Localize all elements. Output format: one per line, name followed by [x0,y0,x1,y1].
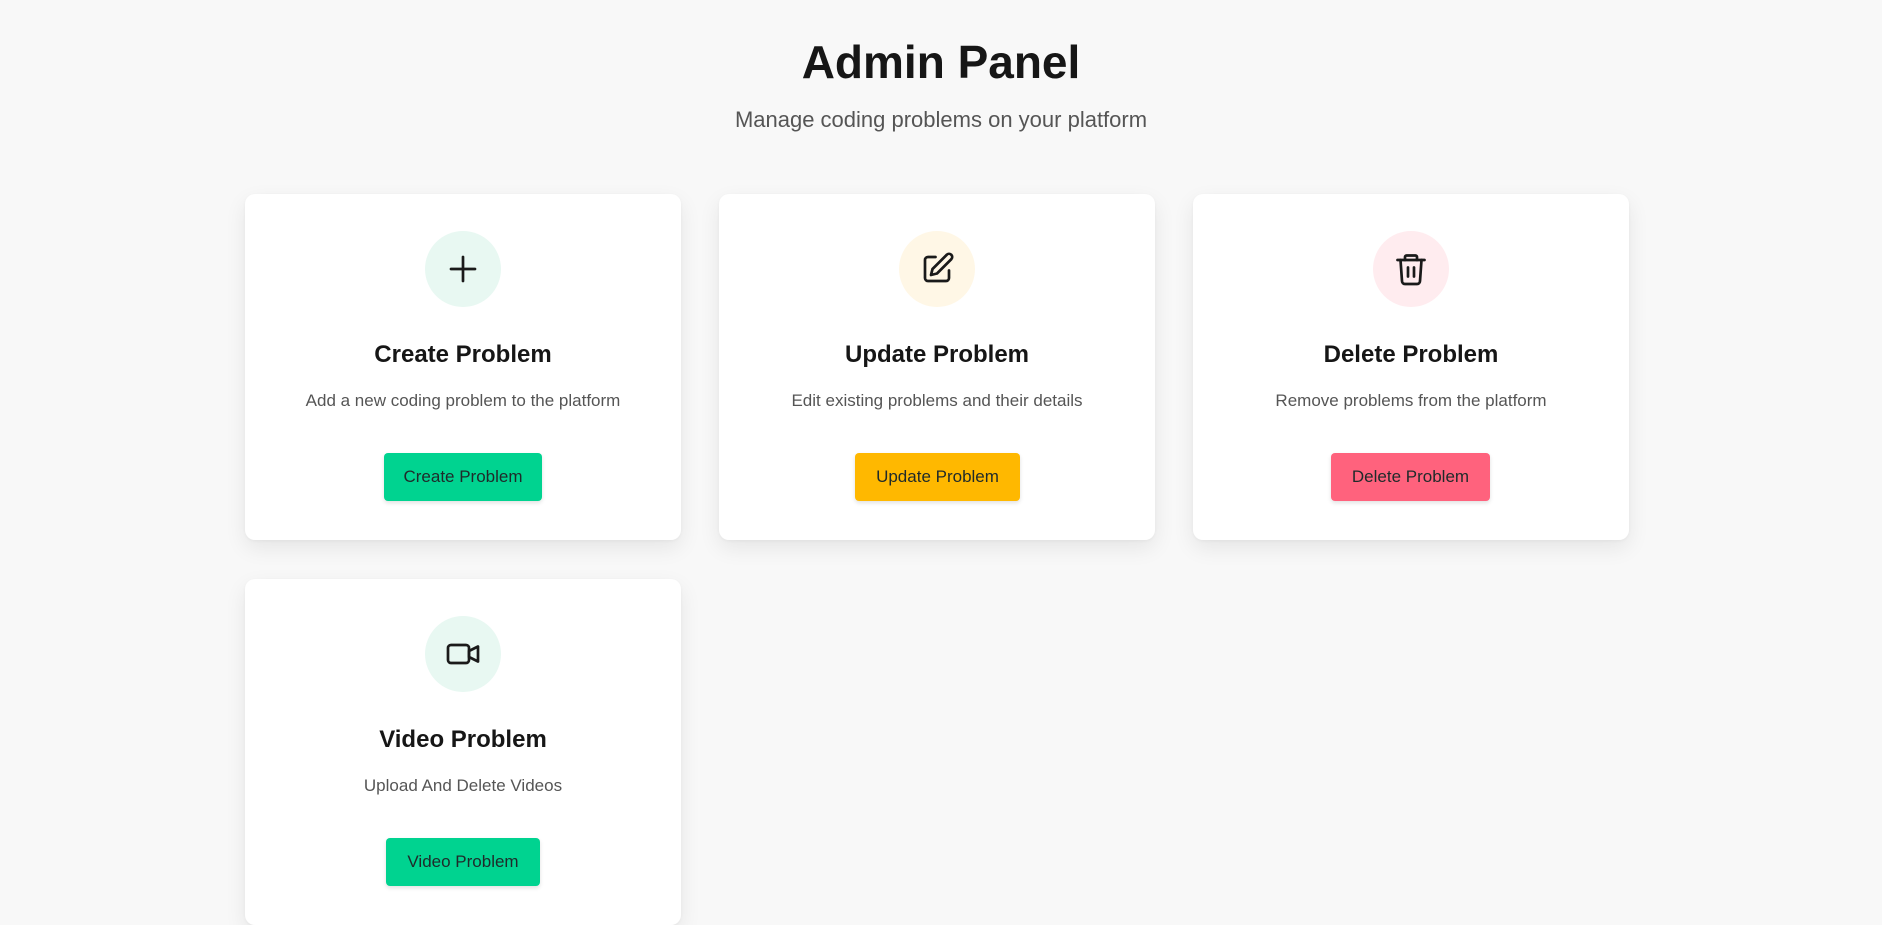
video-problem-title: Video Problem [379,726,547,753]
delete-problem-button[interactable]: Delete Problem [1331,453,1490,501]
edit-icon [923,252,954,283]
plus-icon [449,255,477,283]
create-icon-circle [425,231,501,307]
update-problem-description: Edit existing problems and their details [791,391,1083,410]
video-problem-description: Upload And Delete Videos [363,776,563,795]
trash-icon [1396,254,1426,286]
video-problem-button[interactable]: Video Problem [386,838,540,886]
video-icon-circle [425,616,501,692]
update-problem-button[interactable]: Update Problem [855,453,1020,501]
delete-problem-description: Remove problems from the platform [1275,391,1547,410]
create-problem-card: Create Problem Add a new coding problem … [245,194,681,540]
delete-problem-card: Delete Problem Remove problems from the … [1193,194,1629,540]
update-problem-card: Update Problem Edit existing problems an… [719,194,1155,540]
create-problem-title: Create Problem [374,341,552,368]
create-problem-button[interactable]: Create Problem [384,453,542,501]
video-icon [446,643,480,665]
create-problem-description: Add a new coding problem to the platform [305,391,621,410]
update-icon-circle [899,231,975,307]
video-problem-card: Video Problem Upload And Delete Videos V… [245,579,681,925]
update-problem-title: Update Problem [844,341,1030,368]
page-subtitle: Manage coding problems on your platform [734,107,1148,132]
page-title: Admin Panel [801,36,1081,88]
delete-problem-title: Delete Problem [1323,341,1499,368]
delete-icon-circle [1373,231,1449,307]
